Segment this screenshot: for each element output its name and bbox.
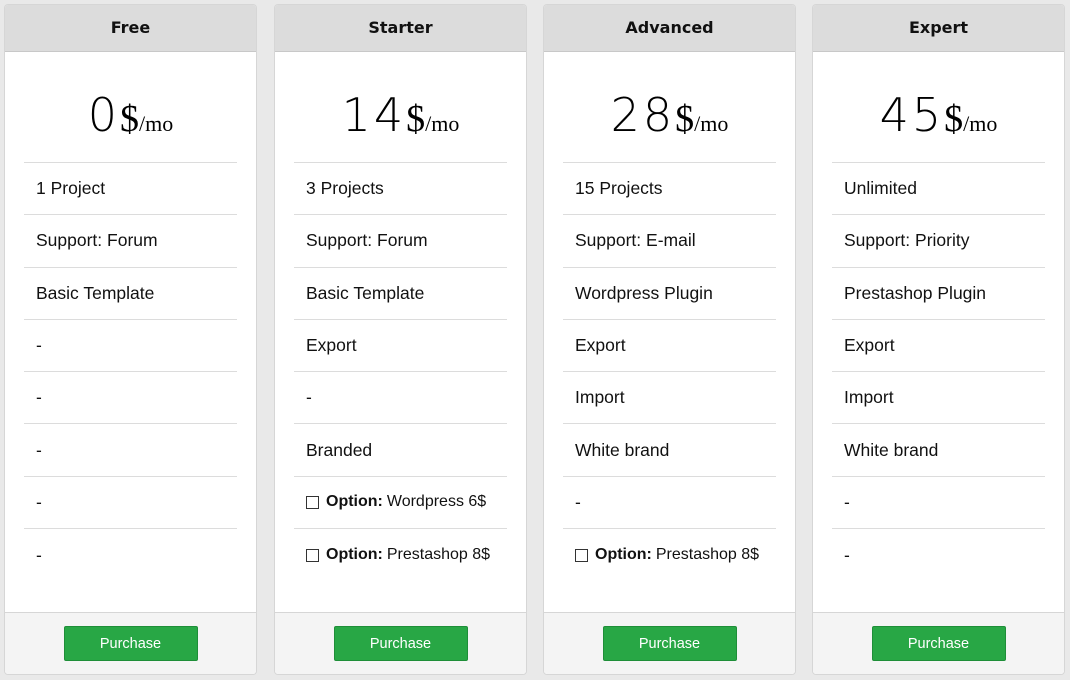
price-amount: 45 — [879, 88, 945, 142]
feature-item: White brand — [563, 424, 776, 477]
option-row: Option: Prestashop 8$ — [294, 529, 507, 581]
plan-title: Free — [5, 5, 256, 52]
feature-item: Import — [832, 372, 1045, 425]
feature-item: - — [832, 477, 1045, 530]
option-prestashop[interactable]: Option: Prestashop 8$ — [575, 546, 759, 564]
plan-card-free: Free 0$/mo 1 Project Support: Forum Basi… — [4, 4, 257, 675]
purchase-button-advanced[interactable]: Purchase — [602, 626, 737, 661]
feature-item: White brand — [832, 424, 1045, 477]
option-label: Option: — [326, 493, 383, 511]
feature-item: Prestashop Plugin — [832, 268, 1045, 320]
feature-item: Basic Template — [294, 268, 507, 320]
purchase-button-free[interactable]: Purchase — [63, 626, 198, 661]
price-row: 0$/mo — [24, 52, 237, 163]
option-wordpress[interactable]: Option: Wordpress 6$ — [306, 493, 486, 511]
option-label: Option: — [326, 546, 383, 564]
plan-footer: Purchase — [544, 612, 795, 674]
price-currency: $ — [675, 98, 695, 140]
feature-item: Basic Template — [24, 268, 237, 320]
plan-price: 28$/mo — [563, 92, 776, 142]
feature-item: - — [24, 320, 237, 373]
option-label: Option: — [595, 546, 652, 564]
feature-item: - — [24, 477, 237, 530]
feature-item: Import — [563, 372, 776, 425]
option-row: Option: Prestashop 8$ — [563, 529, 776, 581]
feature-item: - — [294, 372, 507, 425]
price-currency: $ — [120, 98, 140, 140]
plan-footer: Purchase — [275, 612, 526, 674]
feature-item: Support: E-mail — [563, 215, 776, 268]
option-checkbox[interactable] — [306, 495, 319, 509]
price-currency: $ — [406, 98, 426, 140]
feature-item: 3 Projects — [294, 163, 507, 216]
feature-item: Unlimited — [832, 163, 1045, 216]
price-row: 45$/mo — [832, 52, 1045, 163]
feature-item: Support: Priority — [832, 215, 1045, 268]
feature-item: - — [844, 544, 850, 565]
feature-item: - — [563, 477, 776, 530]
plan-title: Starter — [275, 5, 526, 52]
feature-item: Wordpress Plugin — [563, 268, 776, 320]
price-currency: $ — [944, 98, 964, 140]
feature-item: Branded — [294, 424, 507, 477]
pricing-table: Free 0$/mo 1 Project Support: Forum Basi… — [0, 0, 1070, 680]
option-prestashop[interactable]: Option: Prestashop 8$ — [306, 546, 490, 564]
feature-item: Export — [832, 320, 1045, 373]
price-amount: 28 — [610, 88, 676, 142]
feature-item: - — [24, 372, 237, 425]
price-unit: /mo — [139, 111, 174, 136]
feature-item: Support: Forum — [24, 215, 237, 268]
price-amount: 14 — [341, 88, 407, 142]
plan-title: Advanced — [544, 5, 795, 52]
plan-title: Expert — [813, 5, 1064, 52]
plan-price: 0$/mo — [24, 92, 237, 142]
price-unit: /mo — [425, 111, 460, 136]
feature-item: 15 Projects — [563, 163, 776, 216]
feature-item: - — [24, 424, 237, 477]
option-row: Option: Wordpress 6$ — [294, 477, 507, 530]
plan-price: 45$/mo — [832, 92, 1045, 142]
price-row: 14$/mo — [294, 52, 507, 163]
option-value: Wordpress 6$ — [386, 493, 487, 511]
plan-card-expert: Expert 45$/mo Unlimited Support: Priorit… — [812, 4, 1065, 675]
option-value: Prestashop 8$ — [386, 546, 491, 564]
feature-item: Export — [563, 320, 776, 373]
feature-item: 1 Project — [24, 163, 237, 216]
price-unit: /mo — [963, 111, 998, 136]
price-row: 28$/mo — [563, 52, 776, 163]
plan-card-starter: Starter 14$/mo 3 Projects Support: Forum… — [274, 4, 527, 675]
feature-item: Support: Forum — [294, 215, 507, 268]
option-checkbox[interactable] — [306, 548, 319, 562]
plan-card-advanced: Advanced 28$/mo 15 Projects Support: E-m… — [543, 4, 796, 675]
purchase-button-expert[interactable]: Purchase — [871, 626, 1006, 661]
price-amount: 0 — [87, 88, 121, 142]
plan-footer: Purchase — [813, 612, 1064, 674]
plan-price: 14$/mo — [294, 92, 507, 142]
price-unit: /mo — [694, 111, 729, 136]
option-value: Prestashop 8$ — [655, 546, 760, 564]
feature-item: Export — [294, 320, 507, 373]
plan-footer: Purchase — [5, 612, 256, 674]
purchase-button-starter[interactable]: Purchase — [333, 626, 468, 661]
feature-item: - — [36, 544, 42, 565]
option-checkbox[interactable] — [575, 548, 588, 562]
